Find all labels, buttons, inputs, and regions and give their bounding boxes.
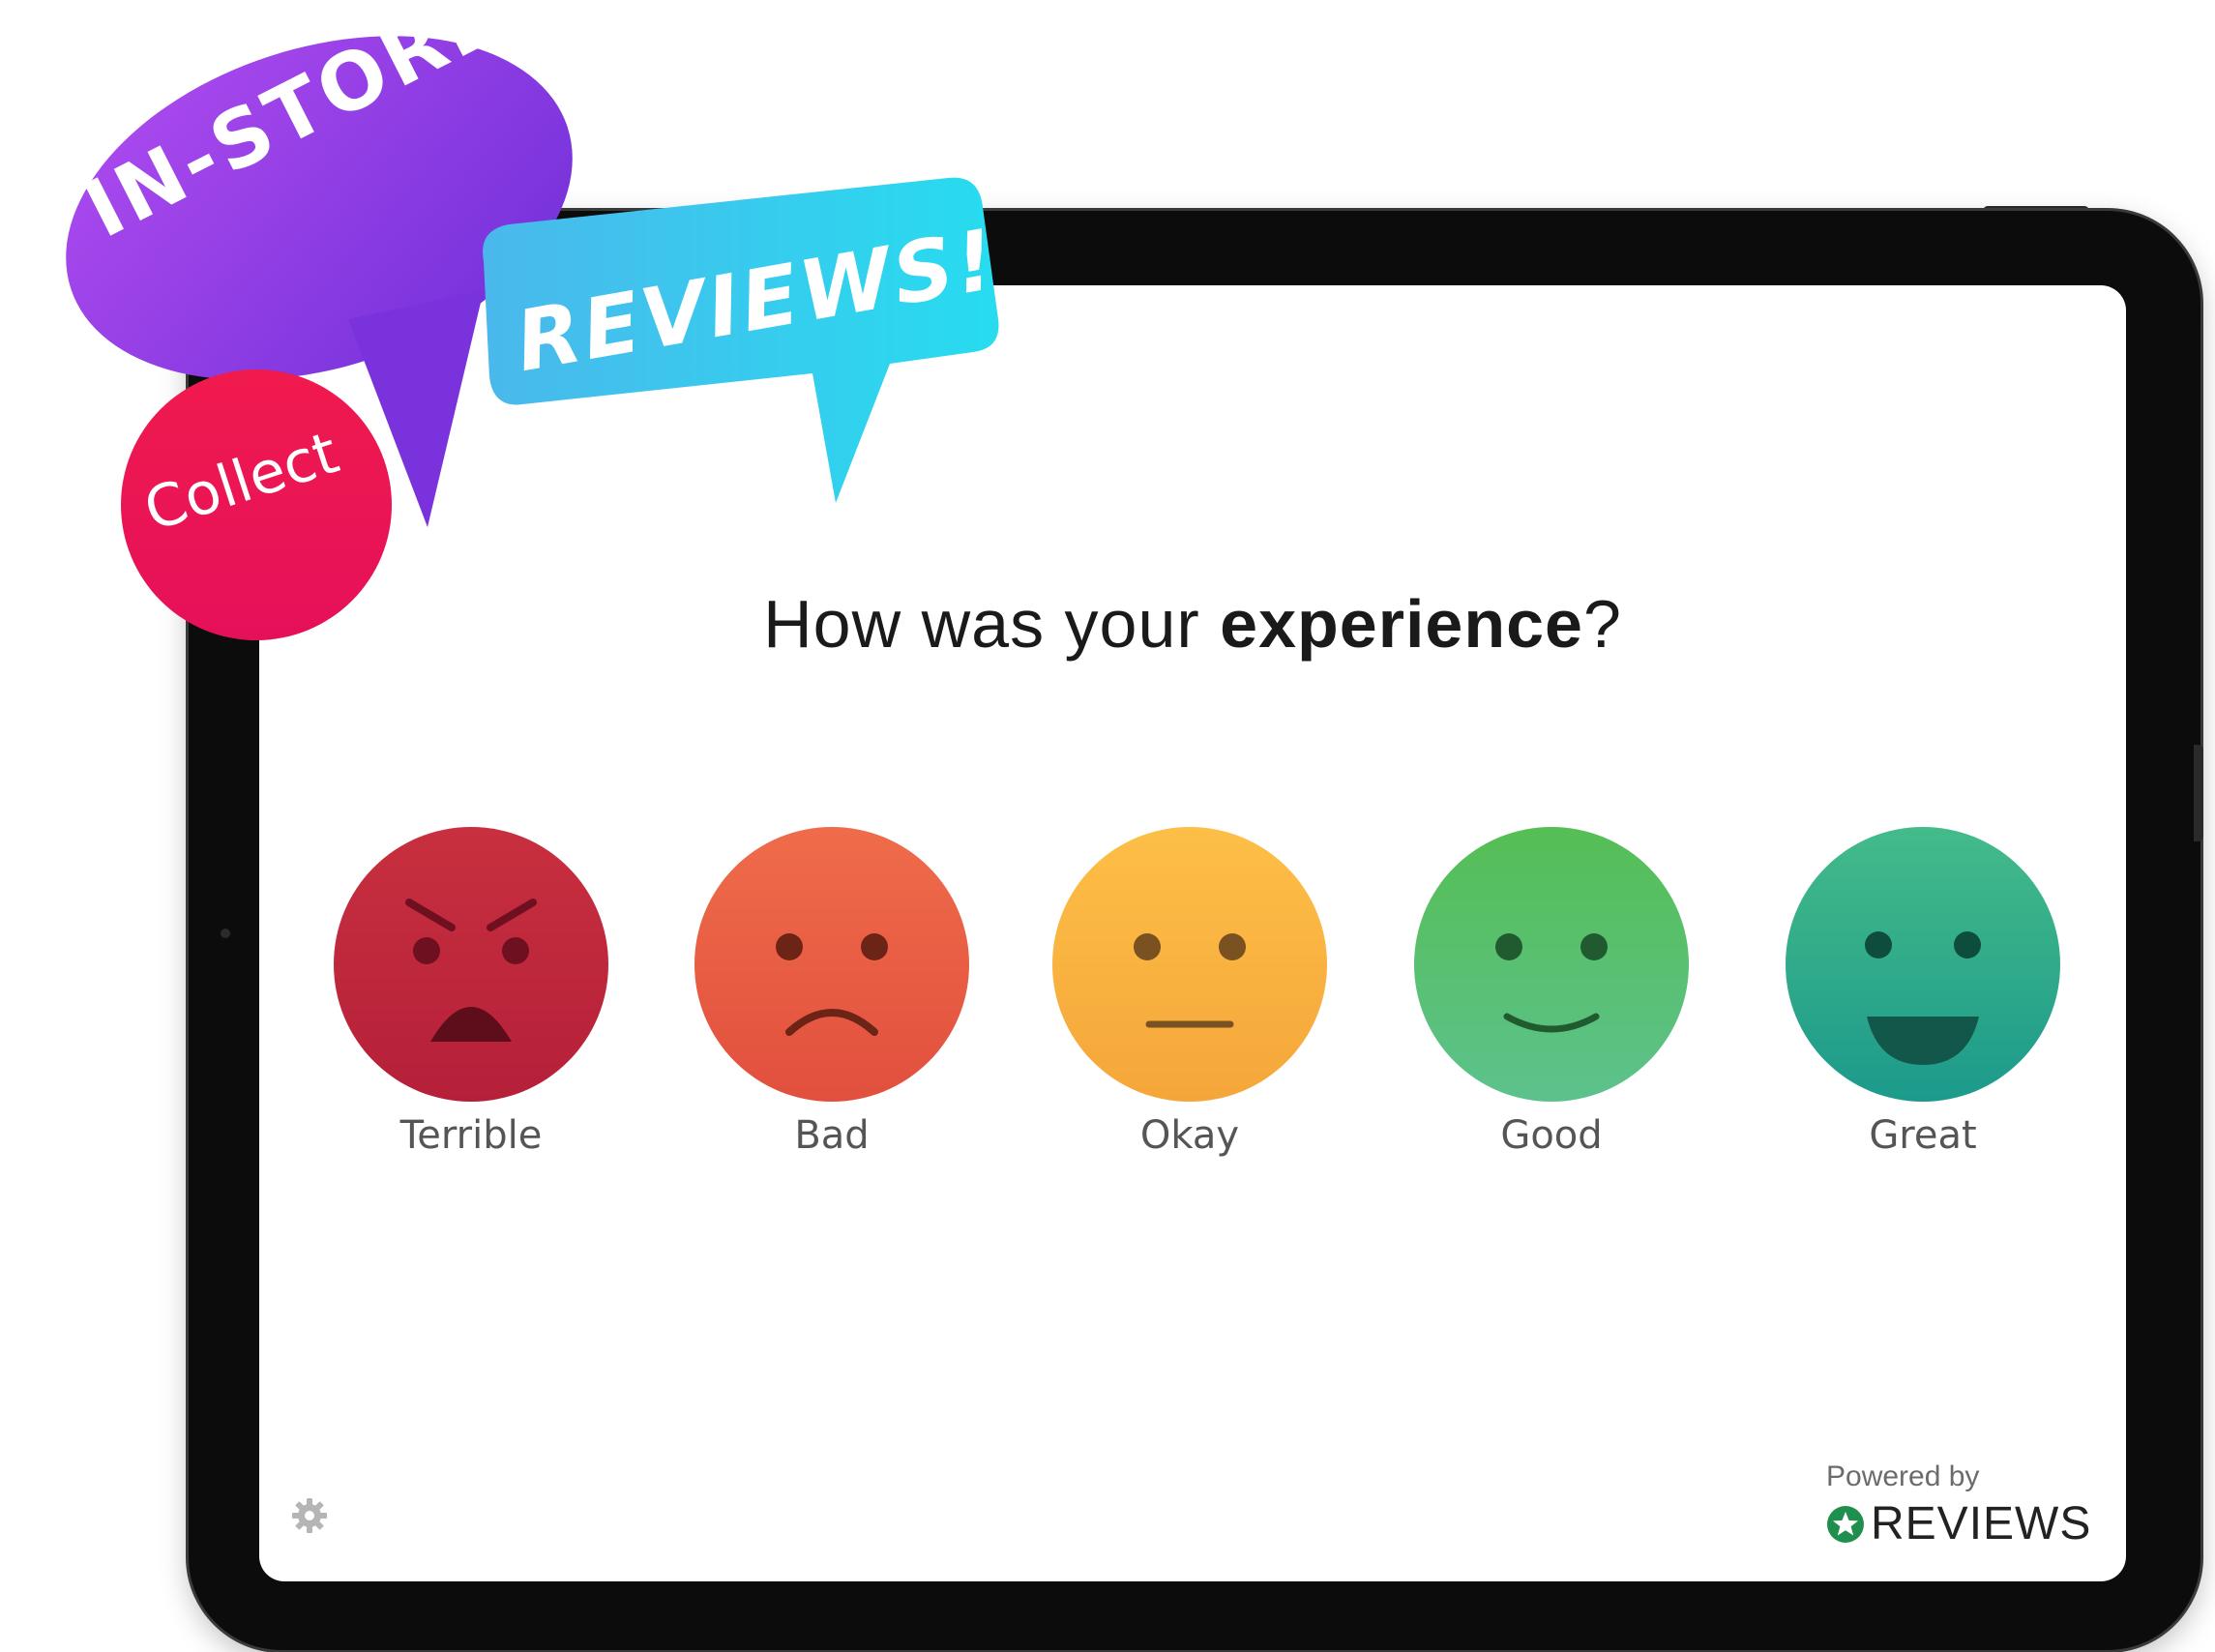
rating-label-good: Good [1500, 1113, 1603, 1158]
rating-option-good[interactable]: Good [1406, 827, 1697, 1175]
powered-by-badge[interactable]: Powered by REVIEWS [1826, 1460, 2107, 1550]
rating-option-okay[interactable]: Okay [1045, 827, 1335, 1175]
smile-face-icon [1414, 827, 1689, 1102]
brand-name: REVIEWS [1871, 1498, 2092, 1549]
question-mark: ? [1582, 586, 1622, 662]
rating-label-okay: Okay [1139, 1113, 1240, 1158]
rating-label-bad: Bad [794, 1113, 870, 1158]
neutral-face-icon [1052, 827, 1327, 1102]
brand-logo: REVIEWS [1826, 1497, 2107, 1550]
rating-label-terrible: Terrible [399, 1113, 543, 1158]
grin-face-icon [1786, 827, 2060, 1102]
rating-option-great[interactable]: Great [1778, 827, 2068, 1175]
powered-by-text: Powered by [1826, 1460, 1980, 1492]
settings-gear-icon[interactable] [288, 1494, 331, 1537]
rating-option-bad[interactable]: Bad [687, 827, 977, 1175]
question-keyword: experience [1220, 586, 1583, 662]
rating-option-terrible[interactable]: Terrible [326, 827, 616, 1175]
rating-label-great: Great [1869, 1113, 1977, 1158]
tablet-side-button [2194, 745, 2203, 841]
sad-face-icon [694, 827, 969, 1102]
tablet-camera [221, 929, 230, 938]
question-text: How was your [763, 586, 1221, 662]
survey-question: How was your experience? [259, 585, 2126, 663]
star-badge-icon [1827, 1505, 1864, 1543]
angry-face-icon [334, 827, 608, 1102]
